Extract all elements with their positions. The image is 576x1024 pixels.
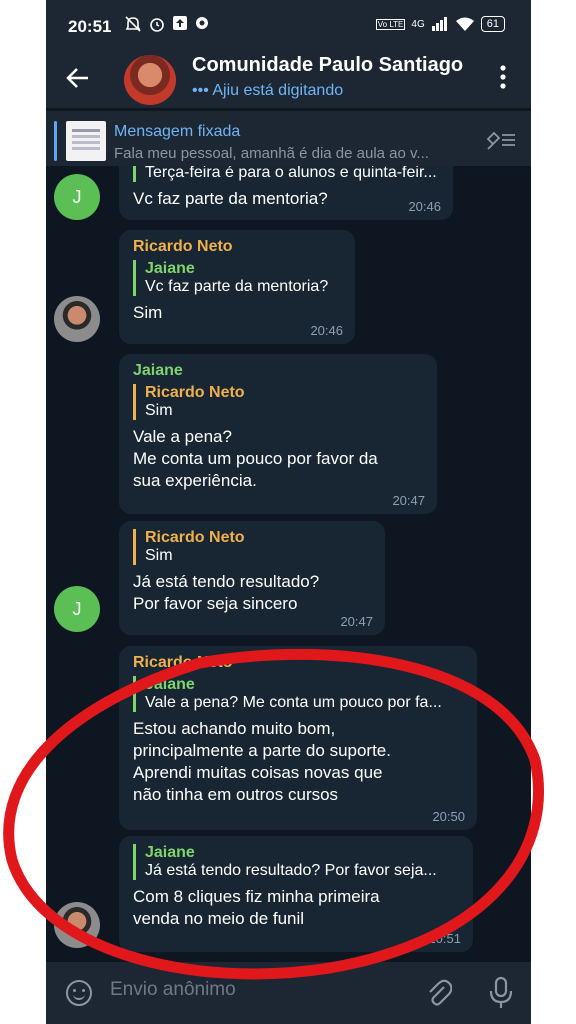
message-time: 20:47 [340,614,373,629]
pinned-message-bar[interactable]: Mensagem fixada Fala meu pessoal, amanhã… [46,110,531,167]
message-bubble[interactable]: Jaiane Ricardo Neto Sim Vale a pena? Me … [119,354,437,514]
mute-icon [125,16,141,32]
pin-indicator [54,121,57,161]
avatar[interactable]: J [54,174,100,220]
signal-icon [431,17,447,31]
pinned-title: Mensagem fixada [114,123,241,140]
reply-quote[interactable]: Ricardo Neto Sim [133,384,423,420]
quote-name: Jaiane [145,844,195,861]
status-bar: 20:51 Vo LTE 4G 61 [46,0,531,52]
status-right: Vo LTE 4G 61 [375,16,505,32]
avatar[interactable] [54,296,100,342]
message-text: Com 8 cliques fiz minha primeira venda n… [133,886,459,930]
quote-text: Já está tendo resultado? Por favor seja.… [145,862,437,879]
status-time: 20:51 [68,17,112,36]
message-time: 20:46 [408,199,441,214]
message-bubble[interactable]: Ricardo Neto Sim Já está tendo resultado… [119,521,385,635]
quote-text: Sim [145,402,173,419]
message-bubble[interactable]: Ricardo Neto Jaiane Vc faz parte da ment… [119,230,355,344]
volte-label: Vo LTE [375,18,406,30]
status-icons [124,15,210,33]
message-bubble[interactable]: Terça-feira é para o alunos e quinta-fei… [119,166,453,220]
more-options-icon[interactable] [495,64,511,95]
message-line: Estou achando muito bom, [133,719,336,738]
message-line: Já está tendo resultado? [133,572,320,591]
message-text: Sim [133,303,163,322]
message-list[interactable]: Terça-feira é para o alunos e quinta-fei… [46,166,531,962]
message-time: 20:46 [310,323,343,338]
reply-quote: Terça-feira é para o alunos e quinta-fei… [133,166,439,182]
sender-name[interactable]: Ricardo Neto [133,654,463,672]
assistant-icon [196,17,208,29]
sender-name[interactable]: Ricardo Neto [133,238,341,256]
reply-quote[interactable]: Ricardo Neto Sim [133,529,371,565]
message-time: 20:50 [432,809,465,824]
back-arrow-icon[interactable] [64,64,96,96]
upload-icon [173,16,187,30]
quote-name: Ricardo Neto [145,384,245,401]
reply-quote[interactable]: Jaiane Já está tendo resultado? Por favo… [133,844,459,880]
message-line: sua experiência. [133,471,257,490]
network-label: 4G [411,18,425,30]
sender-name[interactable]: Jaiane [133,362,423,380]
message-line: principalmente a parte do suporte. [133,741,391,760]
quote-name: Jaiane [145,676,195,693]
message-line: Por favor seja sincero [133,594,298,613]
battery-icon: 61 [480,16,505,32]
pinned-thumbnail [66,121,106,161]
quote-text: Vc faz parte da mentoria? [145,278,329,295]
message-time: 20:51 [428,931,461,946]
message-bubble[interactable]: Ricardo Neto Jaiane Vale a pena? Me cont… [119,646,477,830]
message-line: Vale a pena? [133,427,232,446]
message-line: Me conta um pouco por favor da [133,449,378,468]
typing-status: ••• Ajiu está digitando [192,82,344,99]
microphone-icon[interactable] [486,976,516,1010]
message-line: não tinha em outros cursos [133,785,339,804]
message-line: Aprendi muitas coisas novas que [133,763,383,782]
input-bar [46,962,531,1024]
alarm-icon [150,18,164,32]
quote-text: Terça-feira é para o alunos e quinta-fei… [145,166,437,181]
pinned-text: Fala meu pessoal, amanhã é dia de aula a… [114,145,429,162]
message-time: 20:47 [392,493,425,508]
reply-quote[interactable]: Jaiane Vc faz parte da mentoria? [133,260,341,296]
emoji-icon[interactable] [66,980,92,1006]
message-line: Com 8 cliques fiz minha primeira [133,887,380,906]
message-text: Já está tendo resultado? Por favor seja … [133,571,371,615]
message-text: Vc faz parte da mentoria? [133,189,328,208]
avatar[interactable] [54,902,100,948]
chat-avatar[interactable] [124,55,176,105]
pin-list-icon[interactable] [485,129,517,156]
quote-name: Jaiane [145,260,195,277]
message-bubble[interactable]: Jaiane Já está tendo resultado? Por favo… [119,836,473,952]
chat-header: Comunidade Paulo Santiago ••• Ajiu está … [46,52,531,108]
message-line: venda no meio de funil [133,909,305,928]
attach-icon[interactable] [426,978,453,1015]
quote-text: Vale a pena? Me conta um pouco por fa... [145,694,442,711]
message-text: Vale a pena? Me conta um pouco por favor… [133,426,423,492]
quote-name: Ricardo Neto [145,529,245,546]
phone-screen: 20:51 Vo LTE 4G 61 Comunidade Paulo Sant… [46,0,531,1024]
quote-text: Sim [145,547,173,564]
message-input[interactable] [108,978,392,1002]
avatar[interactable]: J [54,586,100,632]
wifi-icon [455,17,474,31]
message-text: Estou achando muito bom, principalmente … [133,718,463,806]
reply-quote[interactable]: Jaiane Vale a pena? Me conta um pouco po… [133,676,463,712]
chat-title[interactable]: Comunidade Paulo Santiago [192,54,472,77]
